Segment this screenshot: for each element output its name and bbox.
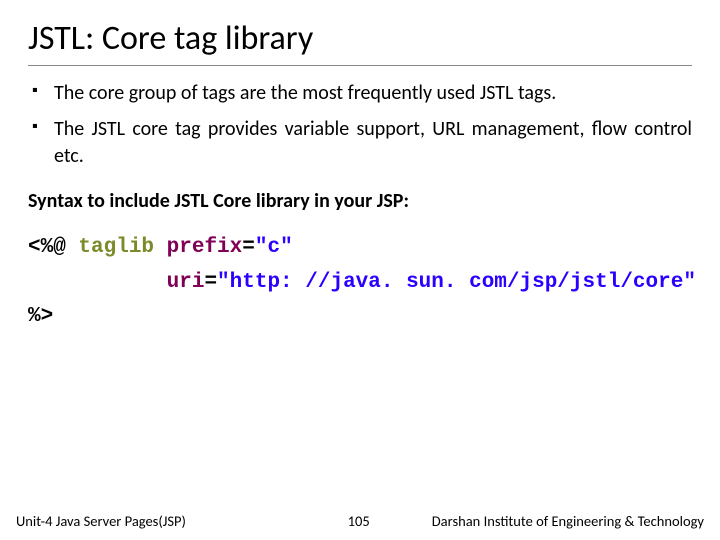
code-eq: = — [242, 236, 255, 259]
code-val-prefix: "c" — [255, 236, 293, 259]
code-delim-open: <%@ — [28, 236, 66, 259]
code-directive: taglib — [66, 236, 167, 259]
slide: JSTL: Core tag library The core group of… — [0, 0, 720, 540]
syntax-heading: Syntax to include JSTL Core library in y… — [28, 189, 692, 213]
footer-left: Unit-4 Java Server Pages(JSP) — [16, 512, 186, 530]
code-block: <%@ taglib prefix="c" uri="http: //java.… — [28, 231, 692, 335]
code-eq: = — [204, 271, 217, 294]
code-attr-prefix: prefix — [167, 236, 243, 259]
bullet-list: The core group of tags are the most freq… — [28, 80, 692, 169]
code-delim-close: %> — [28, 305, 53, 328]
footer-page-number: 105 — [348, 512, 370, 530]
code-val-uri: "http: //java. sun. com/jsp/jstl/core" — [217, 271, 696, 294]
slide-footer: Unit-4 Java Server Pages(JSP) 105 Darsha… — [0, 512, 720, 530]
page-title: JSTL: Core tag library — [28, 18, 692, 66]
bullet-item: The core group of tags are the most freq… — [28, 80, 692, 106]
footer-right: Darshan Institute of Engineering & Techn… — [432, 512, 704, 530]
code-attr-uri: uri — [167, 271, 205, 294]
code-indent — [28, 271, 167, 294]
bullet-item: The JSTL core tag provides variable supp… — [28, 116, 692, 169]
